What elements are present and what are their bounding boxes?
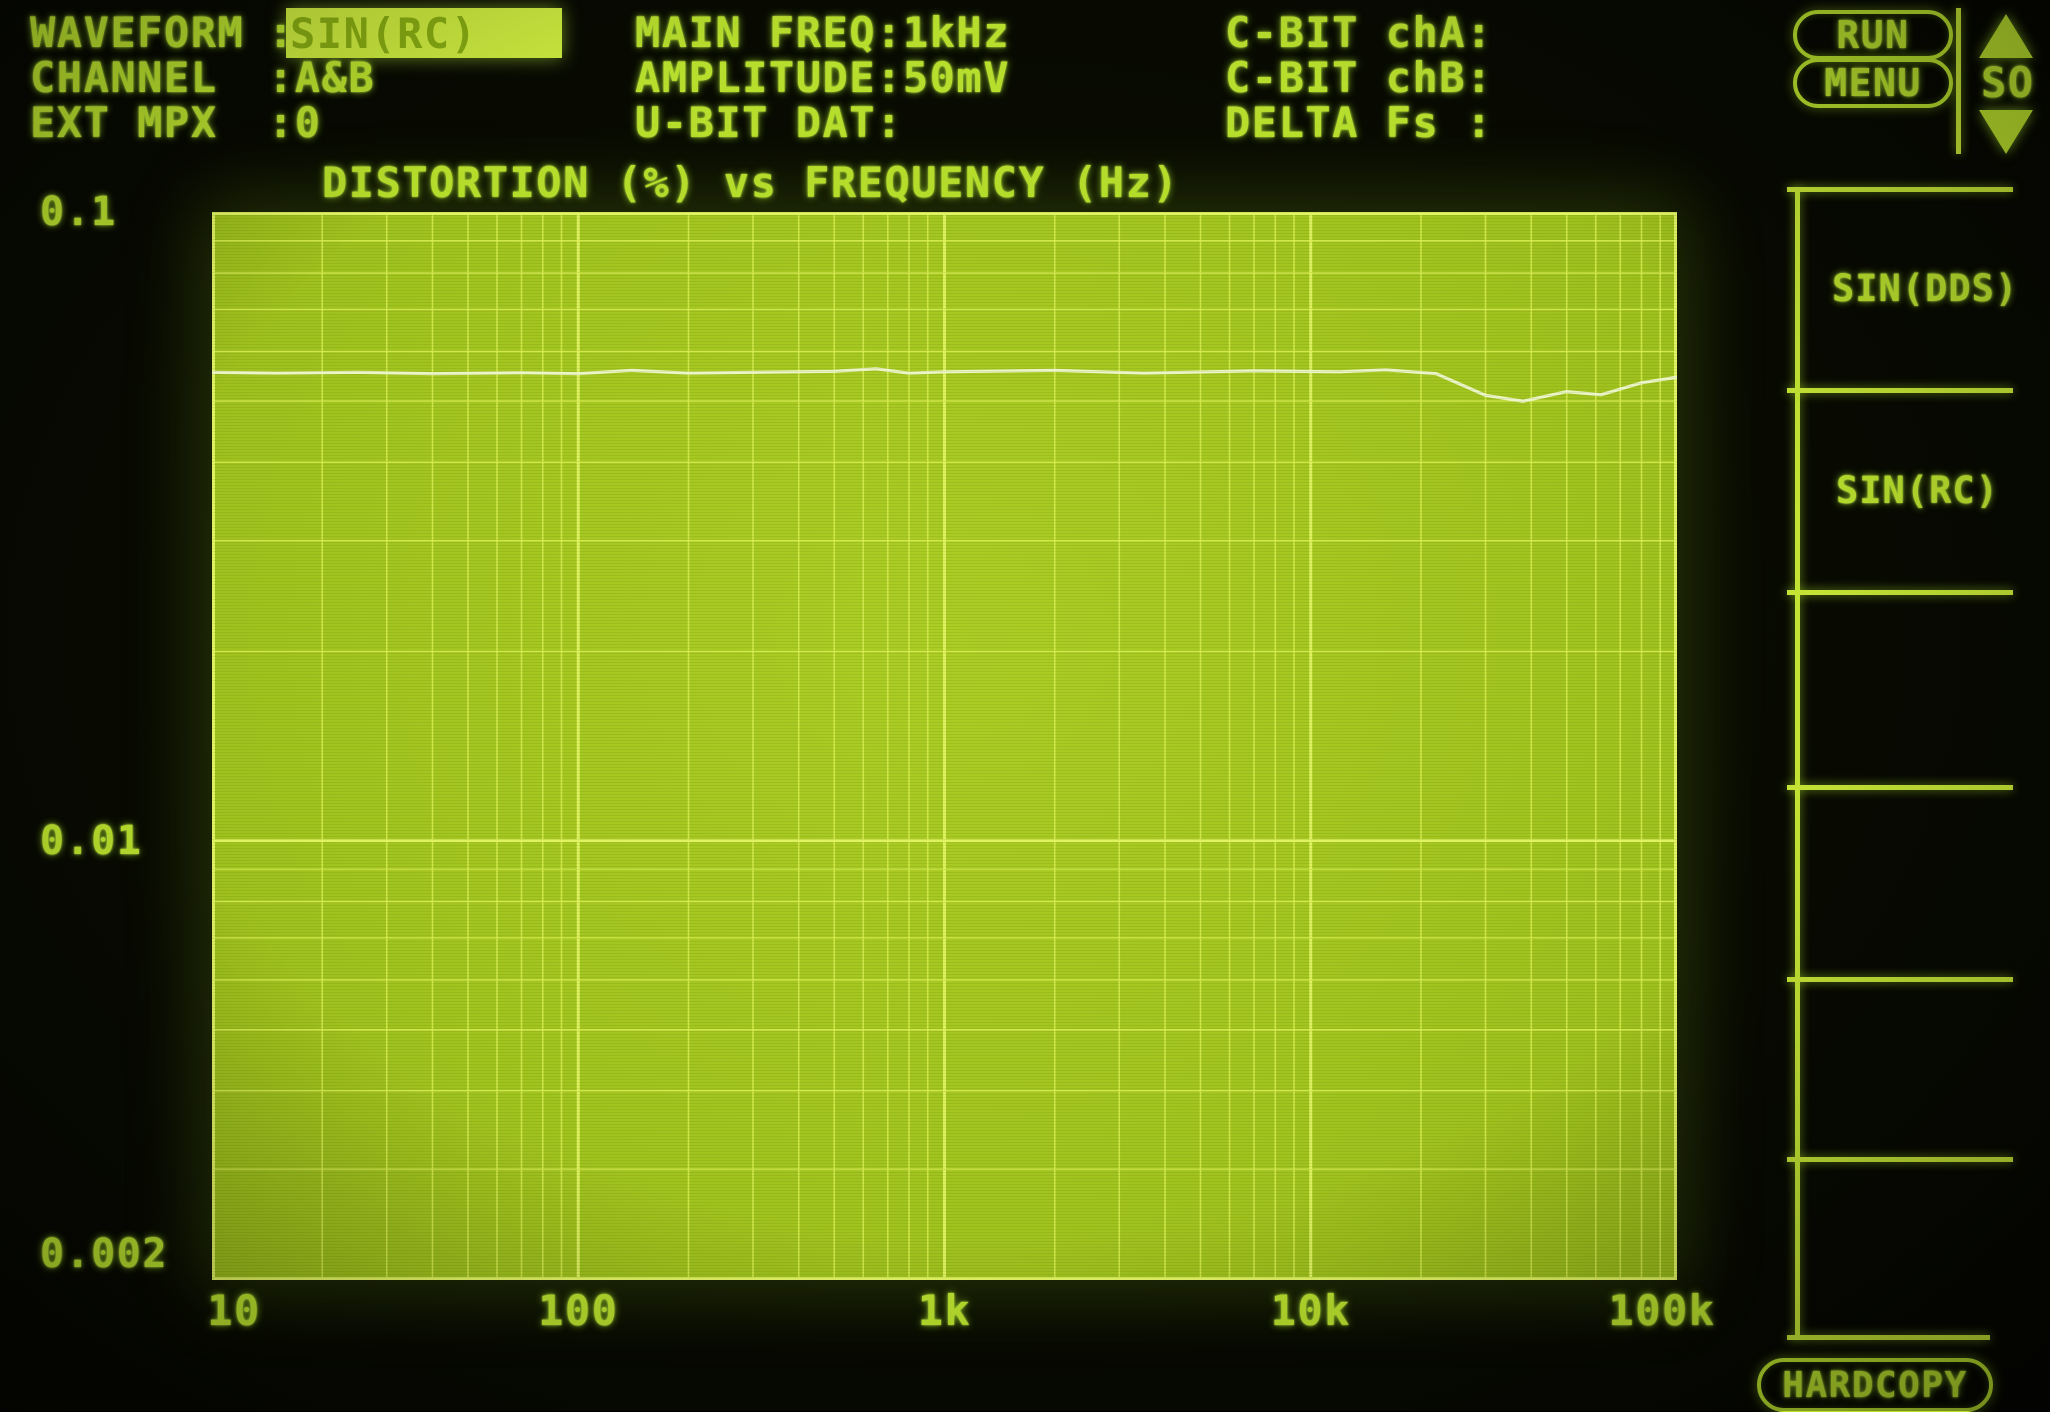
- ext-mpx-label: EXT MPX: [30, 98, 218, 147]
- softkey-sin-rc[interactable]: SIN(RC): [1836, 472, 1999, 509]
- plot-grid-and-trace: [212, 212, 1677, 1280]
- run-button[interactable]: RUN: [1793, 10, 1953, 60]
- y-tick-label-0.1: 0.1: [40, 189, 117, 235]
- y-tick-label-0.002: 0.002: [40, 1231, 168, 1277]
- distortion-plot: [212, 212, 1677, 1280]
- y-tick-label-0.01: 0.01: [40, 817, 143, 864]
- waveform-value: SIN(RC): [290, 8, 478, 58]
- softkey-separator: [1787, 388, 2013, 393]
- softkey-blank-3[interactable]: [1810, 660, 2010, 760]
- softkey-separator: [1787, 785, 2013, 790]
- softkey-separator: [1787, 590, 2013, 595]
- softkey-separator: [1787, 187, 2013, 192]
- hardcopy-button-label: HARDCOPY: [1782, 1364, 1968, 1406]
- u-bit-dat-field: U-BIT DAT:: [635, 98, 903, 147]
- x-tick-label-10k: 10k: [1270, 1286, 1351, 1335]
- hardcopy-button[interactable]: HARDCOPY: [1757, 1358, 1993, 1412]
- channel-value: :A&B: [268, 53, 376, 102]
- run-button-label: RUN: [1836, 13, 1910, 57]
- softkey-rail: [1795, 187, 1800, 1337]
- selector-label: SO: [1981, 58, 2035, 107]
- down-arrow-icon[interactable]: [1979, 110, 2033, 154]
- softkey-blank-5[interactable]: [1810, 1040, 2010, 1130]
- c-bit-cha-field: C-BIT chA:: [1225, 8, 1493, 57]
- main-freq-field: MAIN FREQ:1kHz: [635, 8, 1011, 57]
- softkey-blank-6[interactable]: [1810, 1220, 2010, 1310]
- x-tick-label-10: 10: [207, 1286, 261, 1335]
- chart-title: DISTORTION (%) vs FREQUENCY (Hz): [322, 158, 1180, 207]
- delta-fs-field: DELTA Fs :: [1225, 98, 1493, 147]
- waveform-label: WAVEFORM: [30, 8, 245, 57]
- softkey-blank-4[interactable]: [1810, 860, 2010, 950]
- channel-label: CHANNEL: [30, 53, 218, 102]
- selector-divider: [1956, 8, 1961, 154]
- waveform-value-highlight[interactable]: SIN(RC): [286, 8, 562, 58]
- x-tick-label-100k: 100k: [1608, 1286, 1716, 1335]
- up-arrow-icon[interactable]: [1979, 14, 2033, 58]
- softkey-separator: [1787, 977, 2013, 982]
- c-bit-chb-field: C-BIT chB:: [1225, 53, 1493, 102]
- x-tick-label-1k: 1k: [917, 1286, 972, 1335]
- softkey-sin-dds[interactable]: SIN(DDS): [1832, 270, 2018, 307]
- softkey-separator: [1787, 1335, 1990, 1340]
- softkey-separator: [1787, 1157, 2013, 1162]
- menu-button[interactable]: MENU: [1793, 58, 1953, 108]
- menu-button-label: MENU: [1824, 61, 1922, 105]
- x-tick-label-100: 100: [538, 1286, 619, 1335]
- amplitude-field: AMPLITUDE:50mV: [635, 53, 1011, 102]
- ext-mpx-value: :0: [268, 98, 322, 147]
